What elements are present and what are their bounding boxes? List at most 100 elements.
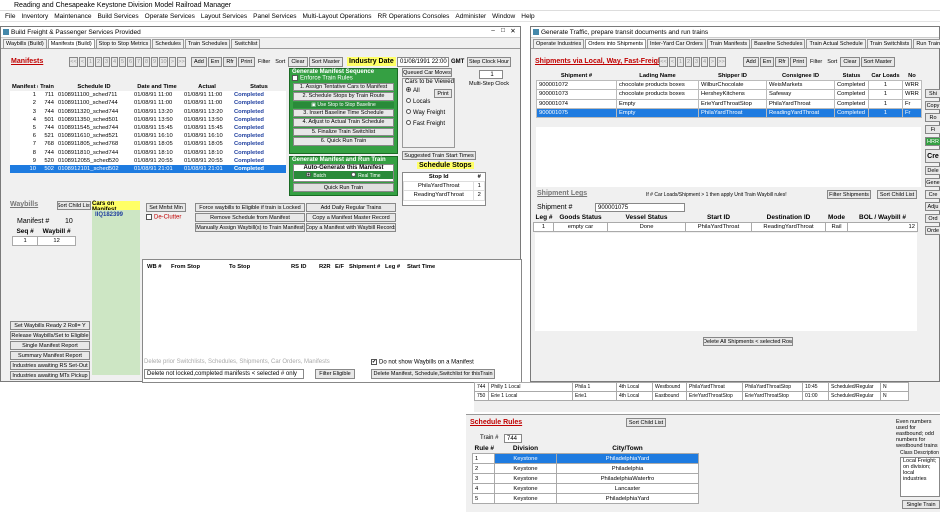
menu-item-maintenance[interactable]: Maintenance (51, 13, 94, 20)
nav-4[interactable]: 4 (111, 57, 118, 67)
tab-run-trains[interactable]: Run Trains (913, 39, 940, 48)
manifest-action-button[interactable]: Remove Schedule from Manifest (195, 213, 305, 222)
column-header[interactable]: Shipment # (349, 264, 380, 270)
delete-manifest-button[interactable]: Delete Manifest, Schedule,Switchlist for… (371, 369, 495, 379)
filter-eligible-button[interactable]: Filter Eligible (315, 369, 355, 379)
column-header[interactable]: Goods Status (554, 214, 608, 223)
print-cars-button[interactable]: Print (434, 89, 452, 98)
sequence-step-button[interactable]: 4. Adjust to Actual Train Schedule (293, 118, 394, 127)
column-header[interactable]: Destination ID (752, 214, 826, 223)
column-header[interactable]: R2R (319, 264, 331, 270)
report-button[interactable]: Summary Manifest Report (10, 351, 90, 360)
column-header[interactable]: No (903, 72, 922, 81)
menu-item-operate-services[interactable]: Operate Services (142, 13, 198, 20)
table-row[interactable]: 6 521 0108911610_sched521 01/08/91 16:10 01/… (10, 132, 286, 141)
queued-car-moves-button[interactable]: Queued Car Moves (402, 68, 452, 77)
column-header[interactable]: Car Loads (869, 72, 903, 81)
tab-train-manifests[interactable]: Train Manifests (706, 39, 751, 48)
nav->[interactable]: > (169, 57, 176, 67)
table-row[interactable]: ReadingYardThroat 2 (402, 190, 485, 201)
column-header[interactable]: Train (38, 83, 56, 91)
menu-item-panel-services[interactable]: Panel Services (250, 13, 299, 20)
column-header[interactable]: Manifest # (10, 83, 38, 91)
ern-button[interactable]: Ern (759, 57, 775, 67)
report-button[interactable]: Industries awaiting RS Set-Out (10, 361, 90, 370)
cars-option-way-freight[interactable]: Way Freight (403, 107, 454, 118)
not-locked-field[interactable]: Delete not locked,completed manifests < … (144, 369, 304, 379)
side-button[interactable]: Fi (925, 125, 940, 134)
nav-6[interactable]: 6 (127, 57, 134, 67)
table-row[interactable]: 2 744 0108911100_sched744 01/08/91 11:00 01/… (10, 99, 286, 108)
clear-button[interactable]: Clear (288, 57, 308, 67)
column-header[interactable]: Date and Time (132, 83, 182, 91)
tab-train-switchlists[interactable]: Train Switchlists (866, 39, 913, 48)
nav-2[interactable]: 2 (685, 57, 692, 67)
side-button[interactable]: Cre (925, 149, 940, 163)
nav-1[interactable]: 1 (677, 57, 684, 67)
table-row[interactable]: 1 12 (11, 236, 76, 247)
step-clock-hour-button[interactable]: Step Clock Hour (467, 57, 511, 67)
tab-baseline-schedules[interactable]: Baseline Schedules (751, 39, 806, 48)
tab-schedules[interactable]: Schedules (152, 39, 184, 48)
column-header[interactable]: Mode (826, 214, 848, 223)
menu-item-help[interactable]: Help (518, 13, 537, 20)
side-button[interactable]: HRR (925, 137, 940, 146)
column-header[interactable]: Start Time (407, 264, 435, 270)
report-button[interactable]: Industries awaiting MTs Pickup (10, 371, 90, 380)
table-row[interactable]: 9 520 0108912055_sched520 01/08/91 20:55 01/… (10, 156, 286, 166)
manifest-action-button[interactable]: Copy a Manifest Master Record (306, 213, 396, 222)
filter-button[interactable]: Filter (808, 57, 824, 67)
column-header[interactable]: Status (835, 72, 869, 81)
column-header[interactable]: Schedule ID (56, 83, 132, 91)
column-header[interactable]: Actual (182, 83, 232, 91)
sort-button[interactable]: Sort (273, 57, 287, 67)
table-row[interactable]: 10 502 0108912101_sched502 01/08/91 21:01 01… (10, 165, 286, 174)
nav-3[interactable]: 3 (693, 57, 700, 67)
column-header[interactable]: Rule # (473, 445, 495, 454)
menu-item-build-services[interactable]: Build Services (94, 13, 141, 20)
cars-option-fast-freight[interactable]: Fast Freight (403, 118, 454, 129)
column-header[interactable]: Shipment # (537, 72, 617, 81)
column-header[interactable]: Start ID (686, 214, 752, 223)
report-button[interactable]: Release Waybills/Set to Eligible (10, 331, 90, 340)
manifest-action-button[interactable]: Manually Assign Waybill(s) to Train Mani… (195, 223, 305, 232)
nav-2[interactable]: 2 (95, 57, 102, 67)
nav-5[interactable]: 5 (119, 57, 126, 67)
menu-item-inventory[interactable]: Inventory (18, 13, 51, 20)
column-header[interactable]: Consignee ID (767, 72, 835, 81)
manifest-action-button[interactable]: Add Daily Regular Trains (306, 203, 396, 212)
sort-master-button[interactable]: Sort Master (308, 57, 343, 67)
menu-item-file[interactable]: File (2, 13, 18, 20)
column-header[interactable]: Division (495, 445, 557, 454)
table-row[interactable]: 750 Erie 1 Local Erie1 4th Local Eastbound Er… (474, 391, 909, 402)
tab-switchlist[interactable]: Switchlist (231, 39, 261, 48)
sequence-step-button[interactable]: 2. Schedule Stops by Train Route (293, 92, 394, 101)
clear-button[interactable]: Clear (840, 57, 860, 67)
batch-radio[interactable]: Batch (306, 171, 326, 179)
side-button[interactable]: Ord (925, 214, 940, 223)
ern-button[interactable]: Ern (207, 57, 223, 67)
use-stop-to-stop-toggle[interactable]: ▣ Use Stop to Stop Baseline (293, 101, 394, 108)
nav-4[interactable]: 4 (701, 57, 708, 67)
side-button[interactable]: Cre (925, 190, 940, 199)
maximize-icon[interactable]: □ (498, 27, 508, 35)
tab-train-actual-schedule[interactable]: Train Actual Schedule (806, 39, 866, 48)
column-header[interactable]: City/Town (557, 445, 699, 454)
table-row[interactable]: 1 Keystone PhiladelphiaYard (472, 453, 699, 465)
sequence-step-button[interactable]: 3. Insert Baseline Time Schedule (293, 108, 394, 118)
declutter-toggle[interactable]: De-Clutter (146, 214, 181, 221)
nav-<[interactable]: < (79, 57, 86, 67)
column-header[interactable]: Lading Name (617, 72, 699, 81)
nav-8[interactable]: 8 (143, 57, 150, 67)
column-header[interactable]: E/F (335, 264, 344, 270)
table-row[interactable]: 3 744 0108911320_sched744 01/08/91 13:20 01/… (10, 107, 286, 116)
table-row[interactable]: 2 Keystone Philadelphia (472, 463, 699, 475)
close-icon[interactable]: ✕ (508, 27, 518, 35)
side-button[interactable]: Adju (925, 202, 940, 211)
suggested-start-times-button[interactable]: Suggested Train Start Times (402, 151, 476, 160)
table-row[interactable]: 744 Philly 1 Local Phila 1 4th Local Westbou… (474, 381, 909, 393)
sequence-step-button[interactable]: 1. Assign Tentative Cars to Manifest (293, 82, 394, 92)
add-button[interactable]: Add (191, 57, 207, 67)
nav-<<[interactable]: << (659, 57, 668, 67)
table-row[interactable]: 1 711 0108911100_sched711 01/08/91 11:00 01/… (10, 91, 286, 100)
